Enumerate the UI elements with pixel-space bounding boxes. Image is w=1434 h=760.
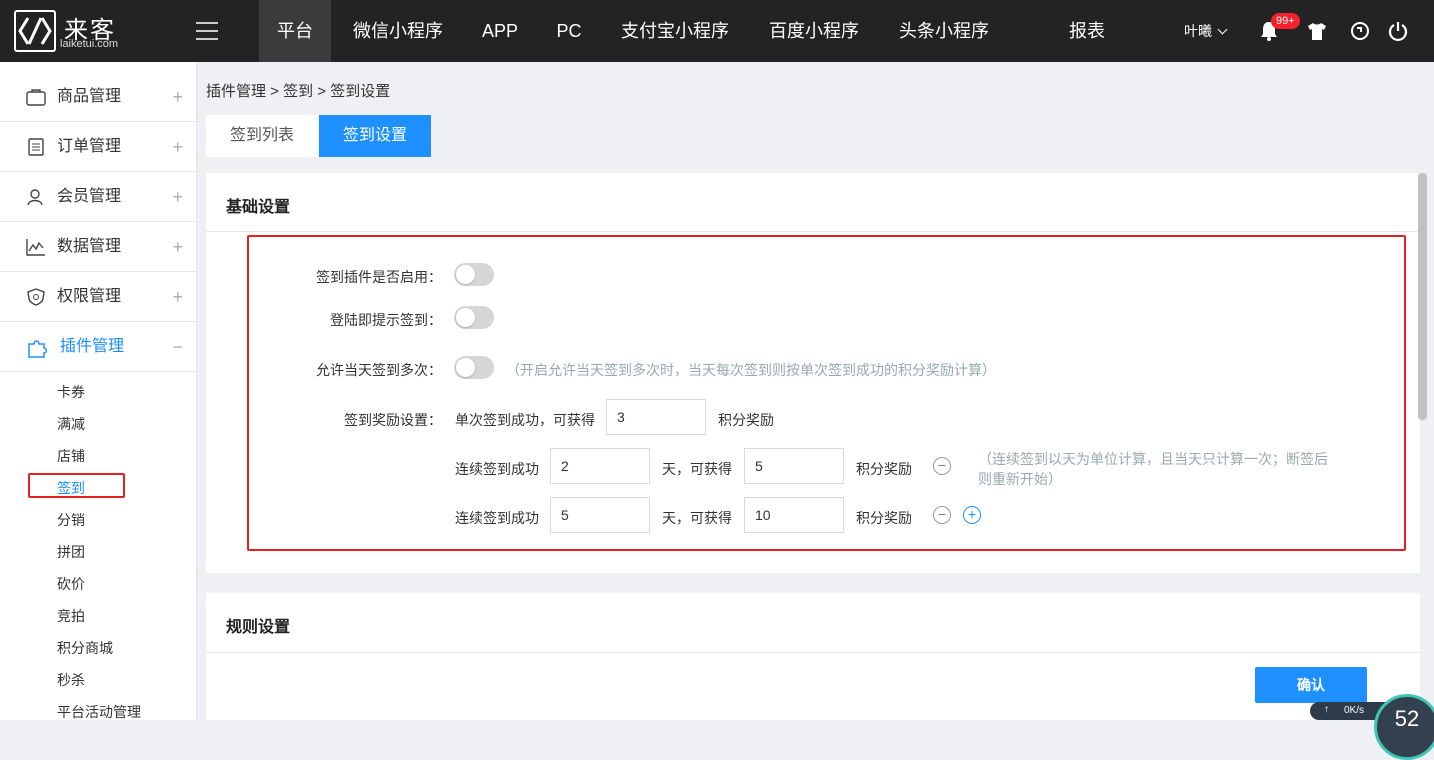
day-get-text: 天，可获得 <box>662 510 732 526</box>
refresh-icon[interactable] <box>1349 20 1371 42</box>
subitem-distribution[interactable]: 分销 <box>57 510 85 530</box>
single-points-input[interactable] <box>606 399 706 435</box>
sidebar-item-label: 商品管理 <box>57 88 122 105</box>
consecutive-points-input[interactable] <box>744 448 844 484</box>
subitem-flash-sale[interactable]: 秒杀 <box>57 670 85 690</box>
points-reward-text: 积分奖励 <box>856 510 912 526</box>
reward-label: 签到奖励设置： <box>344 412 442 428</box>
expand-icon: + <box>172 137 183 157</box>
nav-baidu-miniprogram[interactable]: 百度小程序 <box>755 0 873 62</box>
breadcrumb: 插件管理 > 签到 > 签到设置 <box>206 83 391 100</box>
chart-line-icon <box>26 238 46 256</box>
consecutive-days-input[interactable] <box>550 497 650 533</box>
subitem-discount[interactable]: 满减 <box>57 414 85 434</box>
subitem-group-buy[interactable]: 拼团 <box>57 542 85 562</box>
subitem-platform-activities[interactable]: 平台活动管理 <box>57 702 141 720</box>
sidebar-item-products[interactable]: 商品管理 + <box>0 72 196 122</box>
nav-reports[interactable]: 报表 <box>1056 0 1118 62</box>
points-reward-text: 积分奖励 <box>856 461 912 477</box>
scrollbar[interactable] <box>1418 173 1427 420</box>
divider <box>206 231 1420 232</box>
consecutive-hint: （连续签到以天为单位计算，且当天只计算一次；断签后 <box>978 451 1328 467</box>
login-prompt-label: 登陆即提示签到： <box>330 312 442 328</box>
subitem-coupons[interactable]: 卡券 <box>57 382 85 402</box>
collapse-icon: − <box>172 337 183 357</box>
consecutive-text: 连续签到成功 <box>455 510 539 526</box>
sidebar-item-data[interactable]: 数据管理 + <box>0 222 196 272</box>
sidebar-item-label: 数据管理 <box>57 238 122 255</box>
sidebar-item-orders[interactable]: 订单管理 + <box>0 122 196 172</box>
multi-signin-hint: （开启允许当天签到多次时，当天每次签到则按单次签到成功的积分奖励计算） <box>506 362 996 378</box>
subitem-points-mall[interactable]: 积分商城 <box>57 638 113 658</box>
speed-dial: 52 <box>1374 694 1434 760</box>
multi-signin-label: 允许当天签到多次： <box>316 362 442 378</box>
nav-toutiao-miniprogram[interactable]: 头条小程序 <box>885 0 1003 62</box>
rules-settings-card: 规则设置 <box>206 593 1420 720</box>
nav-wechat-miniprogram[interactable]: 微信小程序 <box>339 0 457 62</box>
menu-toggle-icon[interactable] <box>196 22 218 40</box>
sidebar-item-label: 插件管理 <box>60 338 125 355</box>
sidebar-item-label: 权限管理 <box>57 288 122 305</box>
consecutive-days-input[interactable] <box>550 448 650 484</box>
section-title: 规则设置 <box>226 619 291 636</box>
nav-pc[interactable]: PC <box>543 0 595 62</box>
sidebar-item-label: 订单管理 <box>57 138 122 155</box>
logo[interactable]: 来客 laiketui.com <box>14 8 144 54</box>
puzzle-icon <box>26 338 47 358</box>
sidebar-item-permissions[interactable]: 权限管理 + <box>0 272 196 322</box>
expand-icon: + <box>172 237 183 257</box>
subitem-auction[interactable]: 竞拍 <box>57 606 85 626</box>
tshirt-icon[interactable] <box>1306 20 1328 42</box>
divider <box>206 652 1420 653</box>
expand-icon: + <box>172 187 183 207</box>
points-reward-text: 积分奖励 <box>718 412 774 428</box>
enable-label: 签到插件是否启用： <box>316 269 442 285</box>
highlight-box <box>28 473 125 498</box>
upload-arrow-icon: ↑ <box>1324 704 1329 715</box>
network-speed-widget: ↑ 0K/s 52 <box>1310 694 1434 760</box>
day-get-text: 天，可获得 <box>662 461 732 477</box>
consecutive-hint-continued: 则重新开始） <box>978 471 1062 487</box>
remove-row-icon[interactable]: − <box>933 457 951 475</box>
add-row-icon[interactable]: + <box>963 506 981 524</box>
top-navbar: 来客 laiketui.com 平台 微信小程序 APP PC 支付宝小程序 百… <box>0 0 1434 62</box>
login-prompt-toggle[interactable] <box>454 306 494 329</box>
remove-row-icon[interactable]: − <box>933 506 951 524</box>
notification-badge: 99+ <box>1271 13 1300 29</box>
expand-icon: + <box>172 87 183 107</box>
clipboard-icon <box>26 138 46 156</box>
consecutive-points-input[interactable] <box>744 497 844 533</box>
tab-signin-settings[interactable]: 签到设置 <box>319 115 431 157</box>
section-title: 基础设置 <box>226 199 291 216</box>
bag-icon <box>26 88 46 106</box>
power-icon[interactable] <box>1387 20 1409 42</box>
enable-toggle[interactable] <box>454 263 494 286</box>
consecutive-text: 连续签到成功 <box>455 461 539 477</box>
shield-icon <box>26 288 46 306</box>
subitem-bargain[interactable]: 砍价 <box>57 574 85 594</box>
single-signin-text: 单次签到成功，可获得 <box>455 412 595 428</box>
logo-domain: laiketui.com <box>60 38 119 50</box>
user-icon <box>26 188 46 206</box>
subitem-stores[interactable]: 店铺 <box>57 446 85 466</box>
sidebar: 商品管理 + 订单管理 + 会员管理 + 数据管理 + 权限管理 + 插件管理 … <box>0 62 197 720</box>
nav-app[interactable]: APP <box>470 0 530 62</box>
nav-platform[interactable]: 平台 <box>259 0 331 62</box>
sidebar-item-members[interactable]: 会员管理 + <box>0 172 196 222</box>
expand-icon: + <box>172 287 183 307</box>
sidebar-item-plugins[interactable]: 插件管理 − <box>0 322 196 372</box>
tab-signin-list[interactable]: 签到列表 <box>206 115 318 157</box>
logo-mark-icon <box>14 10 56 52</box>
multi-signin-toggle[interactable] <box>454 356 494 379</box>
user-name: 叶曦 <box>1184 23 1212 39</box>
nav-alipay-miniprogram[interactable]: 支付宝小程序 <box>606 0 744 62</box>
speed-value: 0K/s <box>1344 705 1365 716</box>
user-menu[interactable]: 叶曦 <box>1184 0 1228 62</box>
chevron-down-icon <box>1217 24 1228 35</box>
sidebar-item-label: 会员管理 <box>57 188 122 205</box>
